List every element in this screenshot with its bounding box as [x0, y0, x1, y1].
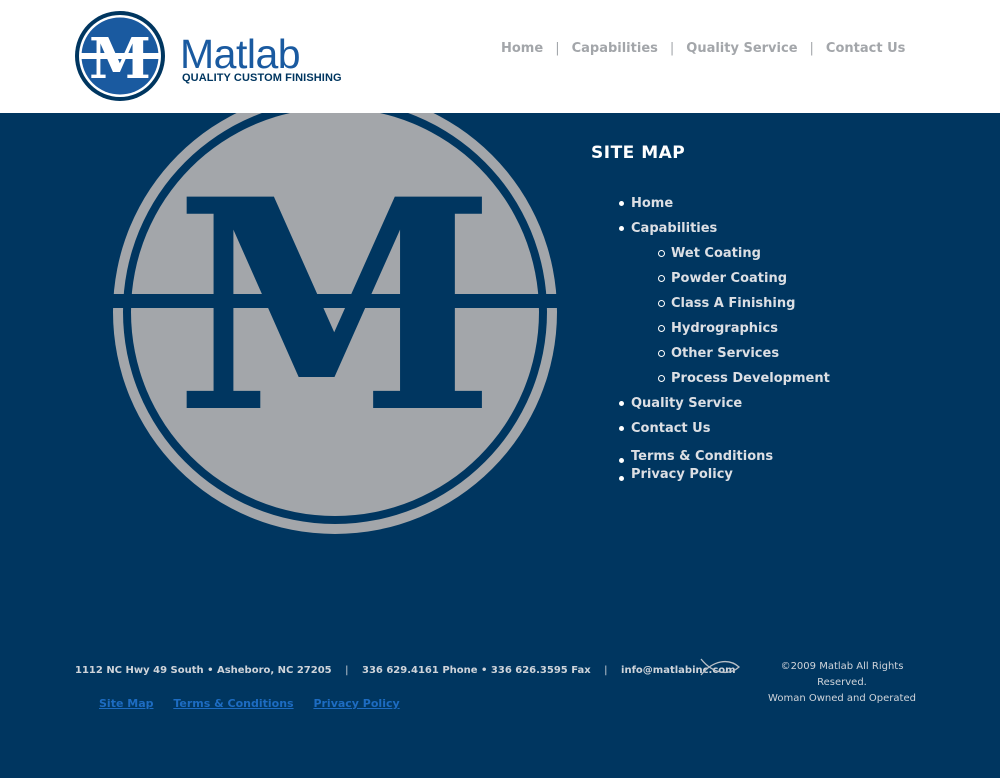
logo-badge-letter: M	[89, 26, 151, 92]
ichthys-fish-icon	[700, 658, 740, 676]
sitemap-link-terms[interactable]: Terms & Conditions	[631, 449, 773, 464]
nav-capabilities[interactable]: Capabilities	[572, 41, 658, 56]
sitemap-item-capabilities[interactable]: Capabilities	[591, 216, 830, 241]
sitemap-item-contact-us[interactable]: Contact Us	[591, 416, 830, 441]
sitemap: SITE MAP Home Capabilities Wet Coating P…	[591, 143, 830, 484]
footer-links: Site Map Terms & Conditions Privacy Poli…	[99, 697, 416, 710]
ownership-text: Woman Owned and Operated	[768, 693, 916, 704]
nav-separator: |	[809, 41, 814, 56]
sitemap-item-class-a-finishing[interactable]: Class A Finishing	[591, 291, 830, 316]
sitemap-subgroup: Wet Coating Powder Coating Class A Finis…	[591, 241, 830, 391]
footer-copyright: ©2009 Matlab All Rights Reserved. Woman …	[756, 659, 928, 707]
sitemap-item-home[interactable]: Home	[591, 191, 830, 216]
sitemap-link-process-development[interactable]: Process Development	[671, 371, 830, 386]
logo-badge-icon: M	[75, 11, 165, 101]
sitemap-link-capabilities[interactable]: Capabilities	[631, 221, 717, 236]
sitemap-item-wet-coating[interactable]: Wet Coating	[591, 241, 830, 266]
sitemap-link-privacy[interactable]: Privacy Policy	[631, 467, 733, 482]
sitemap-list: Home Capabilities	[591, 191, 830, 241]
logo-name: Matlab	[180, 31, 301, 77]
sitemap-title: SITE MAP	[591, 143, 686, 163]
sitemap-item-hydrographics[interactable]: Hydrographics	[591, 316, 830, 341]
hero-logo-graphic: M	[109, 113, 561, 534]
nav-quality-service[interactable]: Quality Service	[686, 41, 797, 56]
sitemap-item-process-development[interactable]: Process Development	[591, 366, 830, 391]
sitemap-item-terms[interactable]: Terms & Conditions	[591, 448, 830, 466]
nav-separator: |	[555, 41, 560, 56]
sitemap-link-contact-us[interactable]: Contact Us	[631, 421, 710, 436]
logo-tagline: QUALITY CUSTOM FINISHING	[182, 72, 342, 84]
footer-separator: |	[345, 665, 349, 676]
footer-address: 1112 NC Hwy 49 South • Asheboro, NC 2720…	[75, 665, 332, 676]
footer-contact-info: 1112 NC Hwy 49 South • Asheboro, NC 2720…	[75, 665, 736, 676]
sitemap-link-quality-service[interactable]: Quality Service	[631, 396, 742, 411]
top-nav: Home | Capabilities | Quality Service | …	[501, 41, 905, 56]
sitemap-item-privacy[interactable]: Privacy Policy	[591, 466, 830, 484]
sitemap-item-other-services[interactable]: Other Services	[591, 341, 830, 366]
sitemap-link-wet-coating[interactable]: Wet Coating	[671, 246, 761, 261]
sitemap-link-powder-coating[interactable]: Powder Coating	[671, 271, 787, 286]
sitemap-item-quality-service[interactable]: Quality Service	[591, 391, 830, 416]
copyright-text: ©2009 Matlab All Rights Reserved.	[780, 661, 904, 688]
sitemap-legal-list: Terms & Conditions Privacy Policy	[591, 448, 830, 484]
sitemap-item-powder-coating[interactable]: Powder Coating	[591, 266, 830, 291]
sitemap-list-continued: Quality Service Contact Us	[591, 391, 830, 441]
hero-logo-letter: M	[174, 137, 495, 477]
footer-separator: |	[604, 665, 608, 676]
footer-link-site-map[interactable]: Site Map	[99, 697, 153, 710]
sitemap-link-other-services[interactable]: Other Services	[671, 346, 779, 361]
footer-phones: 336 629.4161 Phone • 336 626.3595 Fax	[361, 665, 591, 676]
sitemap-link-class-a-finishing[interactable]: Class A Finishing	[671, 296, 795, 311]
nav-home[interactable]: Home	[501, 41, 543, 56]
capabilities-sublist: Wet Coating Powder Coating Class A Finis…	[591, 241, 830, 391]
footer-link-privacy[interactable]: Privacy Policy	[313, 697, 399, 710]
footer-link-terms[interactable]: Terms & Conditions	[173, 697, 293, 710]
nav-contact-us[interactable]: Contact Us	[826, 41, 905, 56]
nav-separator: |	[669, 41, 675, 56]
site-logo[interactable]: M Matlab QUALITY CUSTOM FINISHING	[74, 10, 344, 102]
sitemap-link-hydrographics[interactable]: Hydrographics	[671, 321, 778, 336]
sitemap-sublist: Wet Coating Powder Coating Class A Finis…	[591, 241, 830, 391]
sitemap-link-home[interactable]: Home	[631, 196, 673, 211]
